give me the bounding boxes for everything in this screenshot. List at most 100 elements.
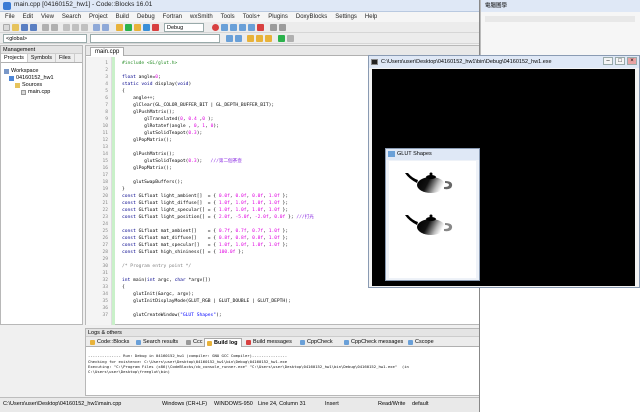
close-button[interactable]: × — [627, 57, 637, 65]
status-encoding: WINDOWS-950 — [214, 401, 253, 407]
menu-wxsmith[interactable]: wxSmith — [190, 14, 213, 20]
new-file-icon[interactable] — [3, 24, 10, 31]
glut-app-icon — [388, 151, 395, 157]
next-bookmark-icon[interactable] — [265, 35, 272, 42]
scope-select[interactable]: <global> — [3, 34, 87, 43]
tab-files[interactable]: Files — [56, 54, 75, 62]
menu-view[interactable]: View — [41, 14, 54, 20]
match-case-icon[interactable] — [278, 35, 285, 42]
cppcheck-icon — [300, 340, 305, 345]
menu-settings[interactable]: Settings — [335, 14, 357, 20]
replace-icon[interactable] — [102, 24, 109, 31]
menu-debug[interactable]: Debug — [137, 14, 155, 20]
menu-file[interactable]: File — [5, 14, 15, 20]
abort-icon[interactable] — [152, 24, 159, 31]
tab-label: Cscope — [415, 339, 434, 345]
tab-label: Search results — [143, 339, 179, 345]
tree-file-main[interactable]: main.cpp — [21, 89, 50, 95]
code-text: const GLfloat light_position[] = { 2.0f,… — [122, 215, 314, 220]
menu-doxyblocks[interactable]: DoxyBlocks — [296, 14, 327, 20]
build-and-run-icon[interactable] — [134, 24, 141, 31]
next-line-icon[interactable] — [230, 24, 237, 31]
save-all-icon[interactable] — [30, 24, 37, 31]
status-mode: Insert — [325, 401, 339, 407]
line-number: 2 — [105, 68, 108, 73]
menu-project[interactable]: Project — [89, 14, 108, 20]
line-number: 22 — [102, 208, 108, 213]
rebuild-icon[interactable] — [143, 24, 150, 31]
teapot-top — [405, 172, 453, 193]
code-text: angle++; — [122, 96, 156, 101]
menu-fortran[interactable]: Fortran — [163, 14, 182, 20]
minimize-button[interactable]: – — [603, 57, 613, 65]
menu-help[interactable]: Help — [365, 14, 377, 20]
menu-build[interactable]: Build — [116, 14, 129, 20]
search-results-icon — [136, 340, 141, 345]
menu-edit[interactable]: Edit — [23, 14, 33, 20]
various-info-icon[interactable] — [279, 24, 286, 31]
bookmark-icon[interactable] — [247, 35, 254, 42]
tab-cscope[interactable]: Cscope — [406, 338, 434, 347]
tab-label: CppCheck messages — [351, 339, 404, 345]
maximize-button[interactable]: □ — [615, 57, 625, 65]
tab-ccc[interactable]: Ccc — [184, 338, 202, 347]
run-icon[interactable] — [125, 24, 132, 31]
code-text: glPushMatrix(); — [122, 110, 175, 115]
open-folder-icon[interactable] — [12, 24, 19, 31]
tab-build-messages[interactable]: Build messages — [244, 338, 292, 347]
line-number: 36 — [102, 306, 108, 311]
code-text: glClear(GL_COLOR_BUFFER_BIT | GL_DEPTH_B… — [122, 103, 275, 108]
step-into-icon[interactable] — [239, 24, 246, 31]
workspace-label: Workspace — [11, 68, 39, 74]
debug-windows-icon[interactable] — [270, 24, 277, 31]
run-to-cursor-icon[interactable] — [221, 24, 228, 31]
tree-project[interactable]: 04160152_hw1 — [9, 75, 54, 81]
management-tabs: Projects Symbols Files — [1, 54, 82, 63]
build-gear-icon[interactable] — [116, 24, 123, 31]
folder-label: Sources — [22, 82, 43, 88]
find-icon[interactable] — [93, 24, 100, 31]
log-line: C:\Users\user\Desktop\freeglut\bin) — [88, 369, 170, 374]
tab-cppcheck-messages[interactable]: CppCheck messages — [342, 338, 403, 347]
debug-icon[interactable] — [212, 24, 219, 31]
menu-plugins[interactable]: Plugins — [268, 14, 288, 20]
undo-icon[interactable] — [42, 24, 49, 31]
jump-back-icon[interactable] — [226, 35, 233, 42]
tab-search-results[interactable]: Search results — [134, 338, 178, 347]
paste-icon[interactable] — [81, 24, 88, 31]
line-number: 21 — [102, 201, 108, 206]
tab-codeblocks-log[interactable]: Code::Blocks — [88, 338, 129, 347]
step-out-icon[interactable] — [248, 24, 255, 31]
console-app-icon — [371, 59, 378, 65]
tab-build-log[interactable]: Build log — [204, 338, 242, 347]
code-line[interactable]: 34 glutInit(&argc, argv); — [86, 291, 479, 298]
tab-symbols[interactable]: Symbols — [28, 54, 56, 62]
code-text: glPopMatrix(); — [122, 138, 172, 143]
save-icon[interactable] — [21, 24, 28, 31]
line-number: 33 — [102, 285, 108, 290]
regex-icon[interactable] — [287, 35, 294, 42]
code-line[interactable]: 35 glutInitDisplayMode(GLUT_RGB | GLUT_D… — [86, 298, 479, 305]
tree-workspace[interactable]: Workspace — [4, 68, 38, 74]
prev-bookmark-icon[interactable] — [256, 35, 263, 42]
code-text: static void display(void) — [122, 82, 192, 87]
build-target-select[interactable]: Debug — [164, 23, 204, 32]
redo-icon[interactable] — [51, 24, 58, 31]
cut-icon[interactable] — [63, 24, 70, 31]
tree-sources-folder[interactable]: Sources — [15, 82, 42, 88]
code-text: glPopMatrix(); — [122, 166, 172, 171]
menu-tools-plus[interactable]: Tools+ — [243, 14, 261, 20]
tab-cppcheck[interactable]: CppCheck — [298, 338, 333, 347]
stop-debugger-icon[interactable] — [257, 24, 264, 31]
jump-forward-icon[interactable] — [235, 35, 242, 42]
line-number: 7 — [105, 103, 108, 108]
menu-search[interactable]: Search — [62, 14, 81, 20]
menu-tools[interactable]: Tools — [221, 14, 235, 20]
copy-icon[interactable] — [72, 24, 79, 31]
editor-tab-main[interactable]: main.cpp — [90, 47, 125, 56]
code-line[interactable]: 36 — [86, 305, 479, 312]
glut-canvas[interactable] — [389, 161, 476, 278]
function-select[interactable] — [90, 34, 220, 43]
code-line[interactable]: 37 glutCreateWindow("GLUT Shapes"); — [86, 312, 479, 319]
tab-projects[interactable]: Projects — [1, 54, 28, 62]
